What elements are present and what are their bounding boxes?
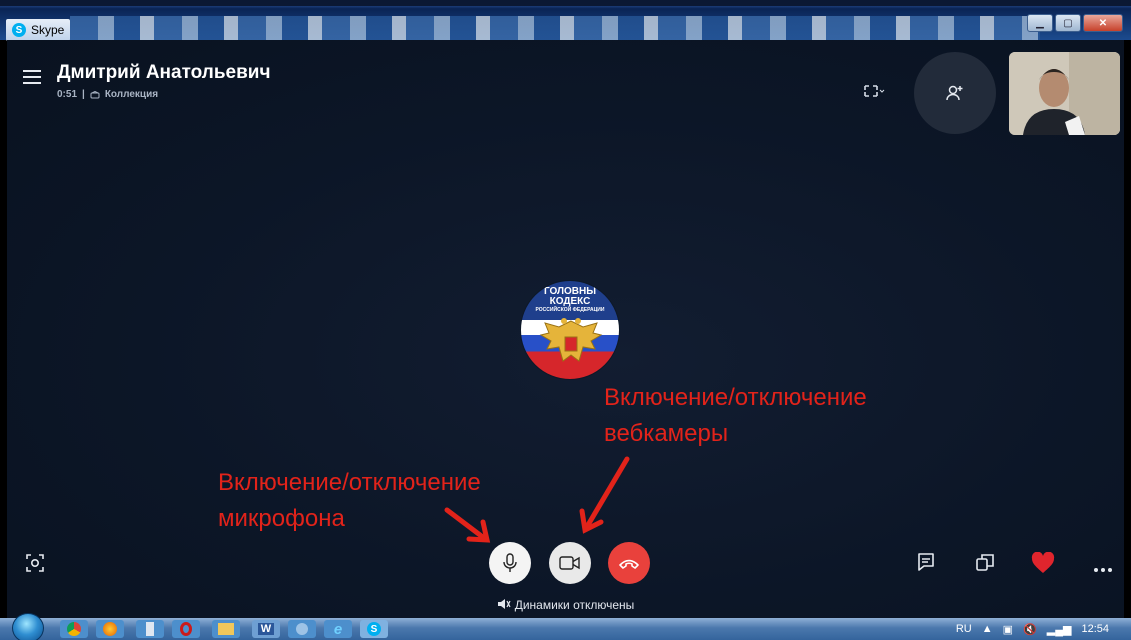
taskbar-program-icon[interactable] <box>136 620 164 638</box>
taskbar-chrome-icon[interactable] <box>60 620 88 638</box>
hang-up-icon <box>619 559 639 569</box>
self-video-preview[interactable] <box>1009 52 1120 135</box>
taskbar-media-icon[interactable] <box>288 620 316 638</box>
network-signal-icon[interactable]: ▂▄▆ <box>1047 623 1072 636</box>
camera-toggle-button[interactable] <box>549 542 591 584</box>
microphone-icon <box>503 553 517 572</box>
close-window-button[interactable]: ✕ <box>1083 14 1123 32</box>
windows-taskbar: W e S RU ▲ ▣ 🔇 ▂▄▆ 12:54 <box>0 613 1131 640</box>
screenshot-icon <box>26 554 44 572</box>
heart-icon <box>1031 551 1055 573</box>
taskbar-skype-icon[interactable]: S <box>360 620 388 638</box>
layout-switch-button[interactable] <box>863 84 885 101</box>
add-participant-button[interactable] <box>914 52 996 134</box>
taskbar-explorer-icon[interactable] <box>212 620 240 638</box>
menu-icon[interactable] <box>23 70 41 84</box>
system-tray: RU ▲ ▣ 🔇 ▂▄▆ 12:54 <box>956 618 1131 640</box>
language-indicator[interactable]: RU <box>956 623 972 635</box>
react-heart-button[interactable] <box>1031 551 1055 579</box>
collection-label[interactable]: Коллекция <box>105 89 158 100</box>
speakers-status: Динамики отключены <box>7 598 1124 612</box>
more-dots-icon <box>1094 568 1112 572</box>
chat-button[interactable] <box>917 552 935 577</box>
webcam-arrow <box>585 456 630 528</box>
tray-app-icon[interactable]: ▣ <box>1003 623 1013 636</box>
start-button[interactable] <box>12 613 44 640</box>
windows-overlap-icon <box>976 554 994 571</box>
call-duration: 0:51 <box>57 89 78 100</box>
tray-expand-icon[interactable]: ▲ <box>982 623 993 635</box>
minimize-button[interactable]: ▁ <box>1027 14 1053 32</box>
word-label: W <box>257 623 275 635</box>
call-subtitle: 0:51 | Коллекция <box>57 89 158 100</box>
window-controls: ▁ ▢ ✕ <box>1027 14 1123 32</box>
webcam-annotation: Включение/отключение вебкамеры <box>604 380 867 452</box>
more-options-button[interactable] <box>1093 560 1113 578</box>
end-call-button[interactable] <box>608 542 650 584</box>
fullscreen-frame-icon <box>864 85 885 97</box>
add-person-icon <box>946 85 963 101</box>
collection-icon <box>90 90 100 98</box>
contact-name: Дмитрий Анатольевич <box>57 62 271 83</box>
titlebar-background-strip <box>70 16 1040 42</box>
switch-window-button[interactable] <box>975 552 995 577</box>
speakers-status-text: Динамики отключены <box>514 598 635 612</box>
taskbar-firefox-icon[interactable] <box>96 620 124 638</box>
taskbar-opera-icon[interactable] <box>172 620 200 638</box>
maximize-button[interactable]: ▢ <box>1055 14 1081 32</box>
coat-of-arms-icon <box>539 318 603 362</box>
window-title-bar: S Skype ▁ ▢ ✕ <box>0 0 1131 42</box>
window-app-title: S Skype <box>6 19 71 41</box>
subtitle-separator: | <box>82 89 85 100</box>
mic-annotation-line2: микрофона <box>218 505 345 532</box>
taskbar-ie-icon[interactable]: e <box>324 620 352 638</box>
webcam-arrowhead <box>579 508 604 534</box>
speaker-muted-icon <box>497 599 511 609</box>
webcam-annotation-line2: вебкамеры <box>604 420 729 447</box>
video-camera-icon <box>559 556 580 570</box>
mic-annotation-line1: Включение/отключение <box>218 469 481 496</box>
mic-annotation: Включение/отключение микрофона <box>218 465 481 537</box>
webcam-annotation-line1: Включение/отключение <box>604 384 867 411</box>
call-screen: Дмитрий Анатольевич 0:51 | Коллекция ГОЛ… <box>7 40 1124 618</box>
skype-logo-icon: S <box>12 23 26 37</box>
screenshot-button[interactable] <box>24 552 46 579</box>
contact-avatar: ГОЛОВНЫ КОДЕКС РОССИЙСКОЙ ФЕДЕРАЦИИ <box>520 280 620 380</box>
window-title-text: Skype <box>31 23 65 37</box>
self-video-person-image <box>1009 52 1120 135</box>
microphone-toggle-button[interactable] <box>489 542 531 584</box>
volume-muted-icon[interactable]: 🔇 <box>1023 623 1037 636</box>
taskbar-word-icon[interactable]: W <box>252 620 280 638</box>
chat-icon <box>918 553 934 571</box>
clock[interactable]: 12:54 <box>1081 623 1109 635</box>
